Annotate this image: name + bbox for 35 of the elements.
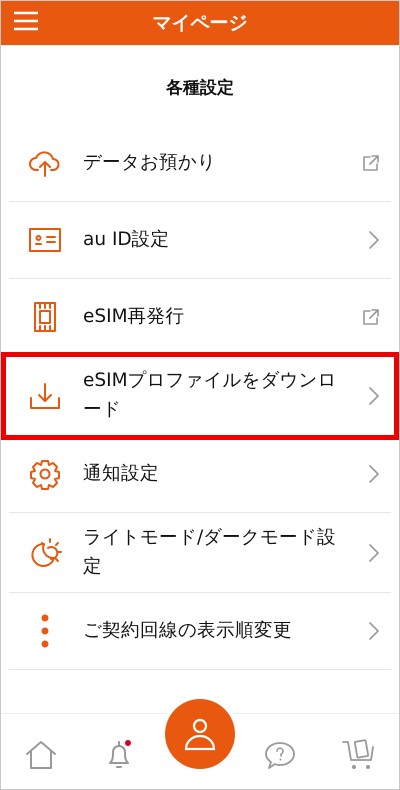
item-label: au ID設定 (83, 228, 171, 252)
download-icon (29, 382, 61, 410)
page-title: マイページ (152, 11, 248, 36)
notification-dot (125, 740, 132, 746)
settings-item[interactable]: データお預かり (9, 125, 391, 202)
external-link-icon (363, 155, 379, 171)
item-label: ライトモード/ダークモード設定 (83, 526, 338, 578)
chevron-right-icon (369, 544, 379, 562)
external-link-icon (363, 309, 379, 325)
section-title: 各種設定 (1, 45, 399, 125)
settings-item[interactable]: au ID設定 (9, 202, 391, 279)
menu-button[interactable] (13, 11, 39, 33)
item-label: 通知設定 (83, 462, 160, 486)
settings-item[interactable]: ご契約回線の表示順変更 (9, 593, 391, 670)
chevron-right-icon (369, 465, 379, 483)
chevron-right-icon (369, 386, 379, 404)
cloud-upload-icon (28, 149, 62, 177)
id-card-icon (28, 227, 62, 253)
menu-icon (13, 11, 39, 31)
settings-item[interactable]: eSIMプロファイルをダウンロード (5, 356, 395, 436)
home-icon (24, 740, 57, 770)
help-chat-icon (264, 740, 296, 770)
item-label: ご契約回線の表示順変更 (83, 618, 293, 643)
settings-item[interactable]: ライトモード/ダークモード設定 (9, 513, 391, 593)
settings-item[interactable]: eSIM再発行 (9, 279, 391, 356)
cart-device-icon (342, 738, 376, 770)
chevron-right-icon (369, 231, 379, 249)
chevron-right-icon (369, 622, 379, 640)
item-label: eSIMプロファイルをダウンロード (83, 368, 338, 422)
sim-chip-icon (33, 301, 57, 333)
gear-icon (29, 458, 61, 490)
vertical-dots-icon (41, 614, 49, 648)
settings-item[interactable]: 通知設定 (9, 436, 391, 513)
item-label: データお預かり (83, 150, 217, 175)
item-label: eSIM再発行 (83, 304, 186, 329)
